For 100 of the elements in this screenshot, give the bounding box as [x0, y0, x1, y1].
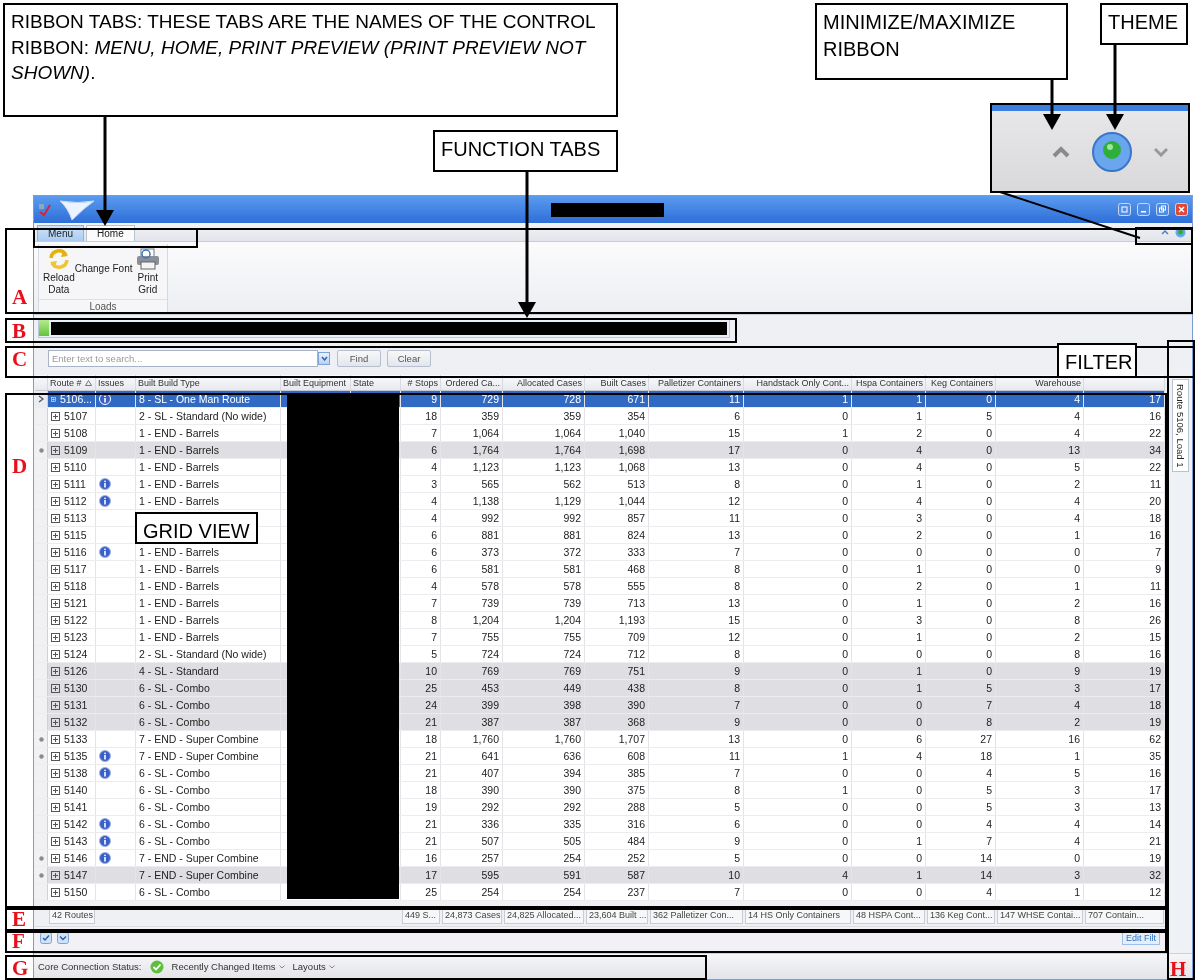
- expand-icon[interactable]: [51, 734, 60, 744]
- expand-icon[interactable]: [51, 598, 60, 608]
- dropdown-menu-button[interactable]: Recently Changed Items: [171, 961, 285, 972]
- column-header[interactable]: Built Equipment: [283, 377, 347, 388]
- table-cell: 484: [585, 833, 649, 849]
- expand-icon[interactable]: [51, 530, 60, 540]
- table-cell: 0: [744, 697, 852, 713]
- expand-icon[interactable]: [51, 632, 60, 642]
- expand-icon[interactable]: [51, 513, 60, 523]
- expand-icon[interactable]: [51, 411, 60, 421]
- expand-icon[interactable]: [51, 462, 60, 472]
- column-header[interactable]: Keg Containers: [930, 377, 993, 388]
- table-cell: 4: [996, 833, 1084, 849]
- table-cell: 5: [649, 850, 744, 866]
- sort-ascending-icon[interactable]: [84, 379, 92, 386]
- grid-row[interactable]: 5126 4 - SL - Standard 10 769 769 751 9 0 1 0 9 19: [35, 663, 1165, 680]
- column-header[interactable]: Allocated Cases: [516, 377, 582, 388]
- table-cell: 5138: [64, 767, 88, 779]
- column-header[interactable]: Issues: [98, 377, 124, 388]
- callout-tooltip: RIBBON TABS: THESE TABS ARE THE NAMES OF THE CONTROL RIBBON: MENU, HOME, PRINT PREVIEW (PRINT PREVIEW NOT SHOWN).: [3, 3, 618, 117]
- table-cell: 1: [996, 578, 1084, 594]
- table-cell: 2 - SL - Standard (No wide): [136, 646, 281, 662]
- table-cell: 0: [926, 442, 996, 458]
- caret-icon[interactable]: [328, 964, 335, 969]
- table-cell: 0: [926, 578, 996, 594]
- table-cell: 11: [649, 510, 744, 526]
- table-cell: 0: [852, 544, 926, 560]
- table-cell: 5106...: [59, 393, 92, 405]
- expand-icon[interactable]: [51, 649, 60, 659]
- grid-row[interactable]: 5147 7 - END - Super Combine 17 595 591 587 10 4 1 14 3 32: [35, 867, 1165, 884]
- table-cell: 578: [503, 578, 585, 594]
- expand-icon[interactable]: [51, 615, 60, 625]
- table-cell: 0: [926, 629, 996, 645]
- caret-icon[interactable]: [278, 964, 285, 969]
- expand-icon[interactable]: [51, 887, 60, 897]
- active-tab-marker[interactable]: [39, 320, 49, 336]
- column-header[interactable]: Handstack Only Cont...: [756, 377, 849, 388]
- grid-row[interactable]: 5132 6 - SL - Combo 21 387 387 368 9 0 0 8 2 19: [35, 714, 1165, 731]
- expand-icon[interactable]: [51, 853, 60, 863]
- column-header[interactable]: Built Cases: [600, 377, 646, 388]
- ribbon-button[interactable]: Print Grid: [132, 247, 163, 295]
- search-button[interactable]: Clear: [387, 349, 431, 367]
- table-cell: 4: [744, 867, 852, 883]
- expand-icon[interactable]: [51, 819, 60, 829]
- caret-icon[interactable]: [320, 355, 328, 361]
- expand-icon[interactable]: [51, 802, 60, 812]
- callout-tooltip: FUNCTION TABS: [433, 130, 618, 172]
- restore-button[interactable]: [1156, 203, 1169, 216]
- ribbon-button[interactable]: Reload Data: [43, 247, 75, 295]
- close-button[interactable]: [1175, 203, 1188, 216]
- table-cell: 1,138: [441, 493, 503, 509]
- table-cell: 15: [1084, 629, 1165, 645]
- table-cell: 18: [401, 782, 441, 798]
- column-header[interactable]: Ordered Ca...: [445, 377, 500, 388]
- table-cell: 0: [926, 612, 996, 628]
- minimize-ribbon-icon[interactable]: [1161, 229, 1169, 235]
- dropdown-icon[interactable]: [57, 932, 69, 944]
- expand-icon[interactable]: [51, 836, 60, 846]
- column-header[interactable]: Route #: [50, 377, 82, 388]
- ribbon-button[interactable]: Change Font: [74, 263, 133, 275]
- expand-icon[interactable]: [51, 479, 60, 489]
- table-cell: 21: [401, 748, 441, 764]
- table-cell: 0: [744, 833, 852, 849]
- table-cell: 0: [744, 578, 852, 594]
- grid-row[interactable]: 5130 6 - SL - Combo 25 453 449 438 8 0 1 5 3 17: [35, 680, 1165, 697]
- expand-icon[interactable]: [51, 547, 60, 557]
- table-cell: 5126: [64, 665, 88, 677]
- column-header[interactable]: # Stops: [407, 377, 438, 388]
- column-header[interactable]: Palletizer Containers: [657, 377, 741, 388]
- search-field[interactable]: Enter text to search...: [48, 349, 318, 367]
- expand-icon[interactable]: [51, 394, 56, 404]
- expand-icon[interactable]: [51, 581, 60, 591]
- table-cell: 0: [926, 493, 996, 509]
- expand-icon[interactable]: [51, 564, 60, 574]
- side-tab[interactable]: Route 5106, Load 1: [1172, 379, 1189, 473]
- grid-row[interactable]: 5131 6 - SL - Combo 24 399 398 390 7 0 0 7 4 18: [35, 697, 1165, 714]
- grid-row[interactable]: 5109 1 - END - Barrels 6 1,764 1,764 1,698 17 0 4 0 13 34: [35, 442, 1165, 459]
- column-header[interactable]: Built Build Type: [138, 377, 200, 388]
- table-cell: 0: [926, 459, 996, 475]
- table-cell: 22: [1084, 425, 1165, 441]
- dropdown-button[interactable]: [318, 351, 330, 365]
- table-cell: 8: [649, 578, 744, 594]
- minimize-button[interactable]: [1137, 203, 1150, 216]
- column-header[interactable]: Hspa Containers: [855, 377, 923, 388]
- search-button[interactable]: Find: [337, 349, 381, 367]
- expand-icon[interactable]: [51, 496, 60, 506]
- expand-icon[interactable]: [51, 751, 60, 761]
- table-cell: 13: [1084, 799, 1165, 815]
- table-cell: 399: [441, 697, 503, 713]
- column-header[interactable]: State: [353, 377, 374, 388]
- table-cell: 5118: [64, 580, 87, 592]
- expand-icon[interactable]: [51, 785, 60, 795]
- table-cell: 14: [926, 867, 996, 883]
- expand-icon[interactable]: [51, 768, 60, 778]
- region-letter: B: [12, 321, 26, 342]
- expand-icon[interactable]: [51, 428, 60, 438]
- checkbox-icon[interactable]: [40, 932, 52, 944]
- table-cell: 9: [649, 714, 744, 730]
- dropdown-menu-button[interactable]: Layouts: [292, 961, 335, 972]
- column-header[interactable]: Warehouse: [1035, 377, 1081, 388]
